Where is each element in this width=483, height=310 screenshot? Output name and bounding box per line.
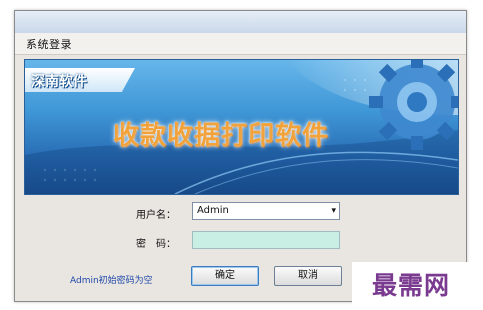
window-titlebar: 系统登录 <box>15 33 466 55</box>
window-frame-top <box>15 11 466 34</box>
login-window: 系统登录 深南软件 收款收据打印软件 用户名： Admin ▾ 密 码： Adm… <box>14 10 467 302</box>
admin-hint: Admin初始密码为空 <box>70 276 153 286</box>
ok-button[interactable]: 确定 <box>191 266 259 286</box>
banner: 深南软件 收款收据打印软件 <box>24 59 459 195</box>
window-title: 系统登录 <box>26 38 72 51</box>
watermark: 最需网 <box>352 262 483 310</box>
password-label: 密 码： <box>136 239 176 250</box>
brand-name: 深南软件 <box>31 74 87 90</box>
password-input[interactable] <box>192 231 340 249</box>
watermark-text: 最需网 <box>372 271 451 300</box>
username-select[interactable]: Admin ▾ <box>192 202 340 220</box>
username-label: 用户名： <box>136 210 176 221</box>
chevron-down-icon[interactable]: ▾ <box>331 206 336 216</box>
cancel-button[interactable]: 取消 <box>274 266 342 286</box>
username-value: Admin <box>197 205 229 216</box>
gear-icon <box>369 60 458 150</box>
banner-title: 收款收据打印软件 <box>113 121 330 151</box>
